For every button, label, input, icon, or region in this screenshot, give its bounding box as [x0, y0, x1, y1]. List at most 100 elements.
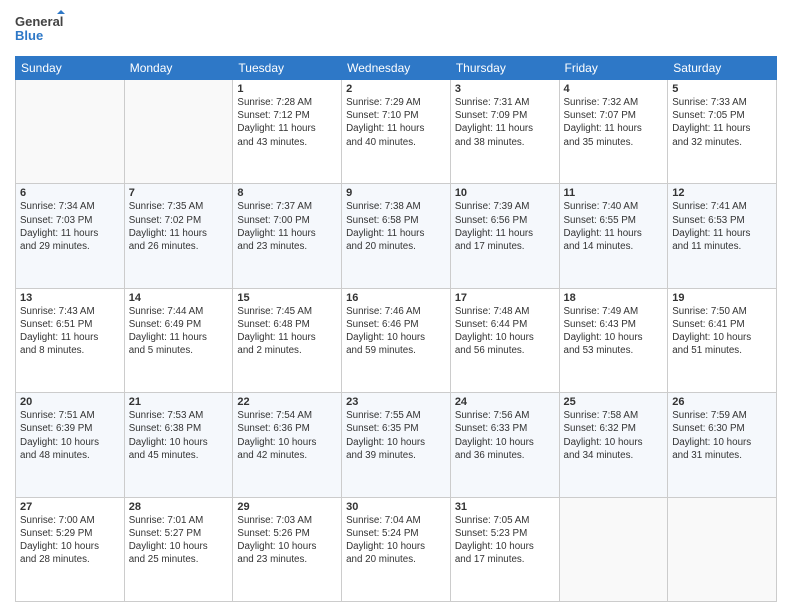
day-info: Sunrise: 7:33 AM Sunset: 7:05 PM Dayligh…	[672, 96, 772, 149]
day-number: 31	[455, 501, 555, 513]
day-info: Sunrise: 7:34 AM Sunset: 7:03 PM Dayligh…	[20, 200, 120, 253]
day-number: 4	[564, 83, 664, 95]
calendar-cell: 23Sunrise: 7:55 AM Sunset: 6:35 PM Dayli…	[342, 393, 451, 497]
day-number: 8	[237, 187, 337, 199]
day-number: 28	[129, 501, 229, 513]
day-number: 29	[237, 501, 337, 513]
day-number: 18	[564, 292, 664, 304]
calendar-cell: 6Sunrise: 7:34 AM Sunset: 7:03 PM Daylig…	[16, 184, 125, 288]
day-info: Sunrise: 7:54 AM Sunset: 6:36 PM Dayligh…	[237, 409, 337, 462]
calendar-cell: 31Sunrise: 7:05 AM Sunset: 5:23 PM Dayli…	[450, 497, 559, 601]
day-header-tuesday: Tuesday	[233, 57, 342, 80]
calendar-cell	[668, 497, 777, 601]
calendar-cell: 18Sunrise: 7:49 AM Sunset: 6:43 PM Dayli…	[559, 288, 668, 392]
week-row-1: 1Sunrise: 7:28 AM Sunset: 7:12 PM Daylig…	[16, 80, 777, 184]
calendar-cell: 17Sunrise: 7:48 AM Sunset: 6:44 PM Dayli…	[450, 288, 559, 392]
calendar-cell: 21Sunrise: 7:53 AM Sunset: 6:38 PM Dayli…	[124, 393, 233, 497]
day-number: 21	[129, 396, 229, 408]
day-number: 15	[237, 292, 337, 304]
day-info: Sunrise: 7:53 AM Sunset: 6:38 PM Dayligh…	[129, 409, 229, 462]
calendar-cell: 24Sunrise: 7:56 AM Sunset: 6:33 PM Dayli…	[450, 393, 559, 497]
calendar-cell: 7Sunrise: 7:35 AM Sunset: 7:02 PM Daylig…	[124, 184, 233, 288]
day-number: 6	[20, 187, 120, 199]
calendar-cell: 26Sunrise: 7:59 AM Sunset: 6:30 PM Dayli…	[668, 393, 777, 497]
calendar-cell: 4Sunrise: 7:32 AM Sunset: 7:07 PM Daylig…	[559, 80, 668, 184]
calendar-cell: 14Sunrise: 7:44 AM Sunset: 6:49 PM Dayli…	[124, 288, 233, 392]
day-info: Sunrise: 7:43 AM Sunset: 6:51 PM Dayligh…	[20, 305, 120, 358]
day-number: 25	[564, 396, 664, 408]
day-info: Sunrise: 7:03 AM Sunset: 5:26 PM Dayligh…	[237, 514, 337, 567]
day-info: Sunrise: 7:44 AM Sunset: 6:49 PM Dayligh…	[129, 305, 229, 358]
day-header-wednesday: Wednesday	[342, 57, 451, 80]
day-header-sunday: Sunday	[16, 57, 125, 80]
day-number: 1	[237, 83, 337, 95]
calendar-cell: 19Sunrise: 7:50 AM Sunset: 6:41 PM Dayli…	[668, 288, 777, 392]
calendar-cell: 22Sunrise: 7:54 AM Sunset: 6:36 PM Dayli…	[233, 393, 342, 497]
day-info: Sunrise: 7:40 AM Sunset: 6:55 PM Dayligh…	[564, 200, 664, 253]
calendar-header-row: SundayMondayTuesdayWednesdayThursdayFrid…	[16, 57, 777, 80]
day-number: 10	[455, 187, 555, 199]
week-row-2: 6Sunrise: 7:34 AM Sunset: 7:03 PM Daylig…	[16, 184, 777, 288]
day-info: Sunrise: 7:00 AM Sunset: 5:29 PM Dayligh…	[20, 514, 120, 567]
day-number: 9	[346, 187, 446, 199]
calendar-cell: 13Sunrise: 7:43 AM Sunset: 6:51 PM Dayli…	[16, 288, 125, 392]
calendar-cell: 1Sunrise: 7:28 AM Sunset: 7:12 PM Daylig…	[233, 80, 342, 184]
calendar-cell: 11Sunrise: 7:40 AM Sunset: 6:55 PM Dayli…	[559, 184, 668, 288]
calendar-cell	[559, 497, 668, 601]
day-number: 12	[672, 187, 772, 199]
calendar-cell: 15Sunrise: 7:45 AM Sunset: 6:48 PM Dayli…	[233, 288, 342, 392]
day-number: 3	[455, 83, 555, 95]
day-info: Sunrise: 7:28 AM Sunset: 7:12 PM Dayligh…	[237, 96, 337, 149]
day-number: 2	[346, 83, 446, 95]
week-row-4: 20Sunrise: 7:51 AM Sunset: 6:39 PM Dayli…	[16, 393, 777, 497]
day-info: Sunrise: 7:04 AM Sunset: 5:24 PM Dayligh…	[346, 514, 446, 567]
day-number: 22	[237, 396, 337, 408]
day-number: 13	[20, 292, 120, 304]
day-number: 27	[20, 501, 120, 513]
day-number: 7	[129, 187, 229, 199]
day-number: 5	[672, 83, 772, 95]
day-number: 17	[455, 292, 555, 304]
day-info: Sunrise: 7:56 AM Sunset: 6:33 PM Dayligh…	[455, 409, 555, 462]
day-info: Sunrise: 7:38 AM Sunset: 6:58 PM Dayligh…	[346, 200, 446, 253]
day-number: 26	[672, 396, 772, 408]
day-header-saturday: Saturday	[668, 57, 777, 80]
calendar-cell: 28Sunrise: 7:01 AM Sunset: 5:27 PM Dayli…	[124, 497, 233, 601]
calendar-cell	[16, 80, 125, 184]
day-number: 23	[346, 396, 446, 408]
calendar-table: SundayMondayTuesdayWednesdayThursdayFrid…	[15, 56, 777, 602]
calendar-cell: 3Sunrise: 7:31 AM Sunset: 7:09 PM Daylig…	[450, 80, 559, 184]
svg-text:Blue: Blue	[15, 28, 43, 43]
day-number: 16	[346, 292, 446, 304]
day-number: 19	[672, 292, 772, 304]
day-info: Sunrise: 7:41 AM Sunset: 6:53 PM Dayligh…	[672, 200, 772, 253]
calendar-page: General Blue SundayMondayTuesdayWednesda…	[0, 0, 792, 612]
day-info: Sunrise: 7:48 AM Sunset: 6:44 PM Dayligh…	[455, 305, 555, 358]
day-info: Sunrise: 7:31 AM Sunset: 7:09 PM Dayligh…	[455, 96, 555, 149]
day-info: Sunrise: 7:50 AM Sunset: 6:41 PM Dayligh…	[672, 305, 772, 358]
calendar-cell: 10Sunrise: 7:39 AM Sunset: 6:56 PM Dayli…	[450, 184, 559, 288]
logo: General Blue	[15, 10, 65, 48]
day-info: Sunrise: 7:59 AM Sunset: 6:30 PM Dayligh…	[672, 409, 772, 462]
calendar-cell	[124, 80, 233, 184]
header: General Blue	[15, 10, 777, 48]
day-info: Sunrise: 7:46 AM Sunset: 6:46 PM Dayligh…	[346, 305, 446, 358]
day-header-monday: Monday	[124, 57, 233, 80]
calendar-cell: 16Sunrise: 7:46 AM Sunset: 6:46 PM Dayli…	[342, 288, 451, 392]
calendar-cell: 9Sunrise: 7:38 AM Sunset: 6:58 PM Daylig…	[342, 184, 451, 288]
day-info: Sunrise: 7:45 AM Sunset: 6:48 PM Dayligh…	[237, 305, 337, 358]
day-number: 30	[346, 501, 446, 513]
day-number: 20	[20, 396, 120, 408]
calendar-cell: 30Sunrise: 7:04 AM Sunset: 5:24 PM Dayli…	[342, 497, 451, 601]
day-info: Sunrise: 7:32 AM Sunset: 7:07 PM Dayligh…	[564, 96, 664, 149]
week-row-3: 13Sunrise: 7:43 AM Sunset: 6:51 PM Dayli…	[16, 288, 777, 392]
calendar-cell: 12Sunrise: 7:41 AM Sunset: 6:53 PM Dayli…	[668, 184, 777, 288]
day-info: Sunrise: 7:05 AM Sunset: 5:23 PM Dayligh…	[455, 514, 555, 567]
day-header-thursday: Thursday	[450, 57, 559, 80]
day-info: Sunrise: 7:58 AM Sunset: 6:32 PM Dayligh…	[564, 409, 664, 462]
day-info: Sunrise: 7:51 AM Sunset: 6:39 PM Dayligh…	[20, 409, 120, 462]
day-header-friday: Friday	[559, 57, 668, 80]
calendar-cell: 29Sunrise: 7:03 AM Sunset: 5:26 PM Dayli…	[233, 497, 342, 601]
logo-svg: General Blue	[15, 10, 65, 48]
svg-text:General: General	[15, 14, 63, 29]
